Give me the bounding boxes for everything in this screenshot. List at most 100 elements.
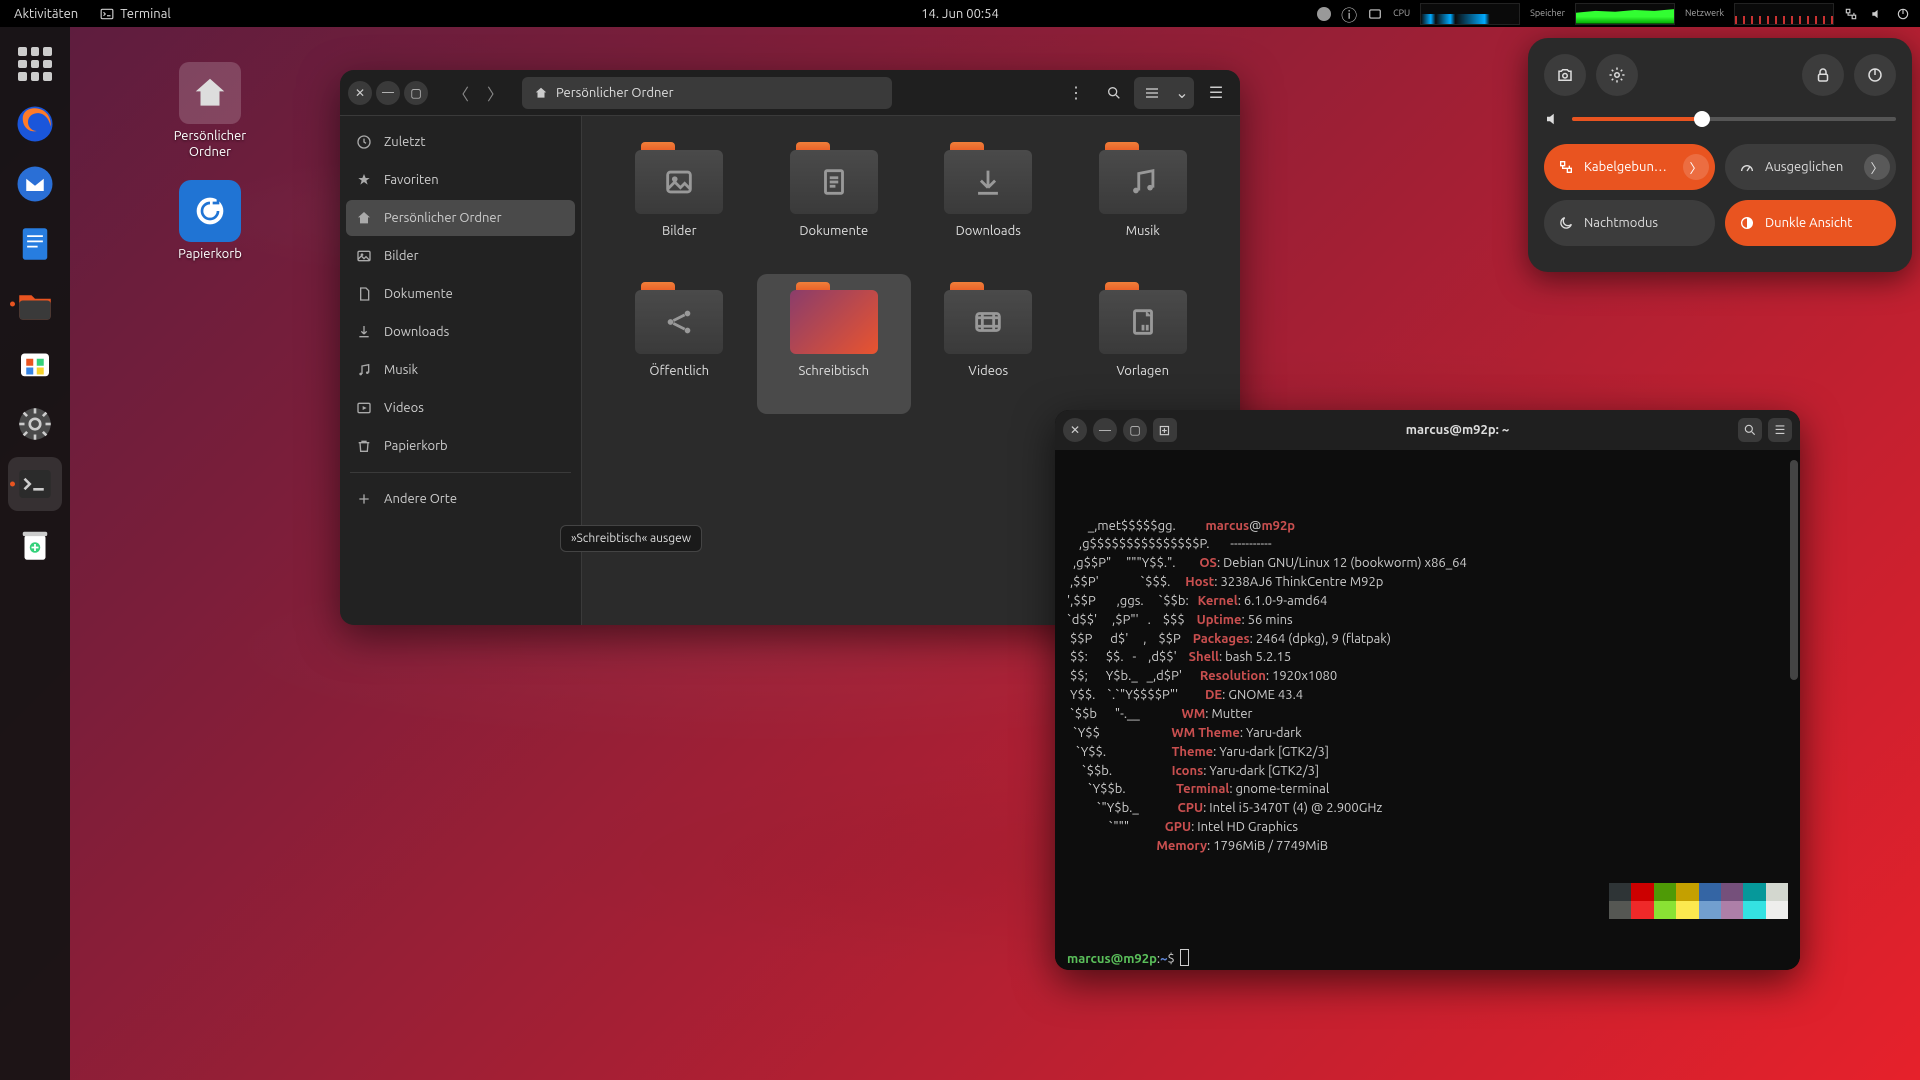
folder-dokumente[interactable]: Dokumente [757,134,912,274]
sidebar-item-8[interactable]: Papierkorb [346,428,575,464]
camera-icon [1556,66,1574,84]
path-bar[interactable]: Persönlicher Ordner [522,77,892,109]
view-list-button[interactable] [1136,77,1168,109]
network-graph[interactable] [1734,3,1834,25]
minimize-button[interactable]: — [376,81,400,105]
volume-icon [1544,110,1562,128]
top-panel: Aktivitäten Terminal 14. Jun 00:54 ⓘ CPU… [0,0,1920,27]
net-label: Netzwerk [1685,9,1724,18]
power-icon [1866,66,1884,84]
activities-button[interactable]: Aktivitäten [14,7,78,21]
new-tab-button[interactable] [1153,418,1177,442]
info-icon[interactable]: ⓘ [1341,2,1357,26]
search-button[interactable] [1098,77,1130,109]
new-tab-icon [1158,423,1172,437]
terminal-content[interactable]: _,met$$$$$gg. marcus@m92p ,g$$$$$$$$$$$$… [1055,450,1800,970]
desktop-trash-label: Papierkorb [155,246,265,262]
home-icon [191,74,229,112]
power-mode-label: Ausgeglichen [1765,160,1843,174]
desktop-trash[interactable]: Papierkorb [155,180,265,262]
folder-öffentlich[interactable]: Öffentlich [602,274,757,414]
system-status-area[interactable] [1844,7,1910,21]
sidebar-item-6[interactable]: Musik [346,352,575,388]
power-button[interactable] [1854,54,1896,96]
sidebar-item-0[interactable]: Zuletzt [346,124,575,160]
sidebar-item-7[interactable]: Videos [346,390,575,426]
desktop-home-label: Persönlicher Ordner [155,128,265,161]
nav-forward-button[interactable]: 〉 [480,78,510,108]
dock-trash[interactable] [8,517,62,571]
dock [0,27,70,1080]
network-wired-icon [1844,7,1858,21]
chevron-right-icon[interactable]: 〉 [1864,154,1890,180]
night-light-toggle[interactable]: Nachtmodus [1544,200,1715,246]
dark-label: Dunkle Ansicht [1765,216,1852,230]
folder-musik[interactable]: Musik [1066,134,1221,274]
view-dropdown-button[interactable]: ⌄ [1170,77,1194,109]
focused-app-name: Terminal [120,7,171,21]
dock-files[interactable] [8,277,62,331]
wired-network-toggle[interactable]: Kabelgebun… 〉 [1544,144,1715,190]
scrollbar[interactable] [1790,460,1798,680]
files-tooltip: »Schreibtisch« ausgew [560,525,702,552]
speedometer-icon [1739,159,1755,175]
screenshot-tray-icon[interactable] [1367,7,1383,21]
maximize-button[interactable]: ▢ [404,81,428,105]
close-button[interactable]: ✕ [1063,418,1087,442]
dock-terminal[interactable] [8,457,62,511]
mem-label: Speicher [1530,9,1565,18]
power-mode-toggle[interactable]: Ausgeglichen 〉 [1725,144,1896,190]
folder-downloads[interactable]: Downloads [911,134,1066,274]
sidebar-item-1[interactable]: Favoriten [346,162,575,198]
sidebar-item-9[interactable]: Andere Orte [346,481,575,517]
sidebar-item-5[interactable]: Downloads [346,314,575,350]
close-button[interactable]: ✕ [348,81,372,105]
dock-software[interactable] [8,337,62,391]
terminal-icon [100,7,114,21]
search-icon [1106,85,1122,101]
chevron-right-icon[interactable]: 〉 [1683,154,1709,180]
nav-back-button[interactable]: 〈 [446,78,476,108]
dock-thunderbird[interactable] [8,157,62,211]
wired-icon [1558,159,1574,175]
focused-app-indicator[interactable]: Terminal [100,7,171,21]
terminal-title: marcus@m92p: ~ [1183,423,1732,437]
home-icon [534,86,548,100]
memory-graph[interactable] [1575,3,1675,25]
lock-icon [1814,66,1832,84]
files-sidebar: ZuletztFavoritenPersönlicher OrdnerBilde… [340,116,582,625]
maximize-button[interactable]: ▢ [1123,418,1147,442]
volume-icon [1870,7,1884,21]
night-icon [1558,215,1574,231]
settings-button[interactable] [1596,54,1638,96]
folder-videos[interactable]: Videos [911,274,1066,414]
kebab-menu-button[interactable]: ⋮ [1060,77,1092,109]
sidebar-item-3[interactable]: Bilder [346,238,575,274]
dock-firefox[interactable] [8,97,62,151]
folder-vorlagen[interactable]: Vorlagen [1066,274,1221,414]
desktop-home-folder[interactable]: Persönlicher Ordner [155,62,265,161]
weather-icon[interactable] [1317,7,1331,21]
volume-slider[interactable] [1544,110,1896,128]
folder-bilder[interactable]: Bilder [602,134,757,274]
terminal-menu-button[interactable]: ☰ [1768,418,1792,442]
files-headerbar: ✕ — ▢ 〈 〉 Persönlicher Ordner ⋮ ⌄ ☰ [340,70,1240,116]
screenshot-button[interactable] [1544,54,1586,96]
sidebar-item-2[interactable]: Persönlicher Ordner [346,200,575,236]
hamburger-menu-button[interactable]: ☰ [1200,77,1232,109]
folder-schreibtisch[interactable]: Schreibtisch [757,274,912,414]
minimize-button[interactable]: — [1093,418,1117,442]
dock-settings[interactable] [8,397,62,451]
dark-style-toggle[interactable]: Dunkle Ansicht [1725,200,1896,246]
dock-libreoffice-writer[interactable] [8,217,62,271]
lock-button[interactable] [1802,54,1844,96]
list-icon [1144,85,1160,101]
recycle-icon [194,195,226,227]
terminal-search-button[interactable] [1738,418,1762,442]
sidebar-item-4[interactable]: Dokumente [346,276,575,312]
cpu-graph[interactable] [1420,3,1520,25]
clock[interactable]: 14. Jun 00:54 [921,7,999,21]
cpu-label: CPU [1393,9,1410,18]
show-apps-button[interactable] [8,37,62,91]
path-label: Persönlicher Ordner [556,86,674,100]
